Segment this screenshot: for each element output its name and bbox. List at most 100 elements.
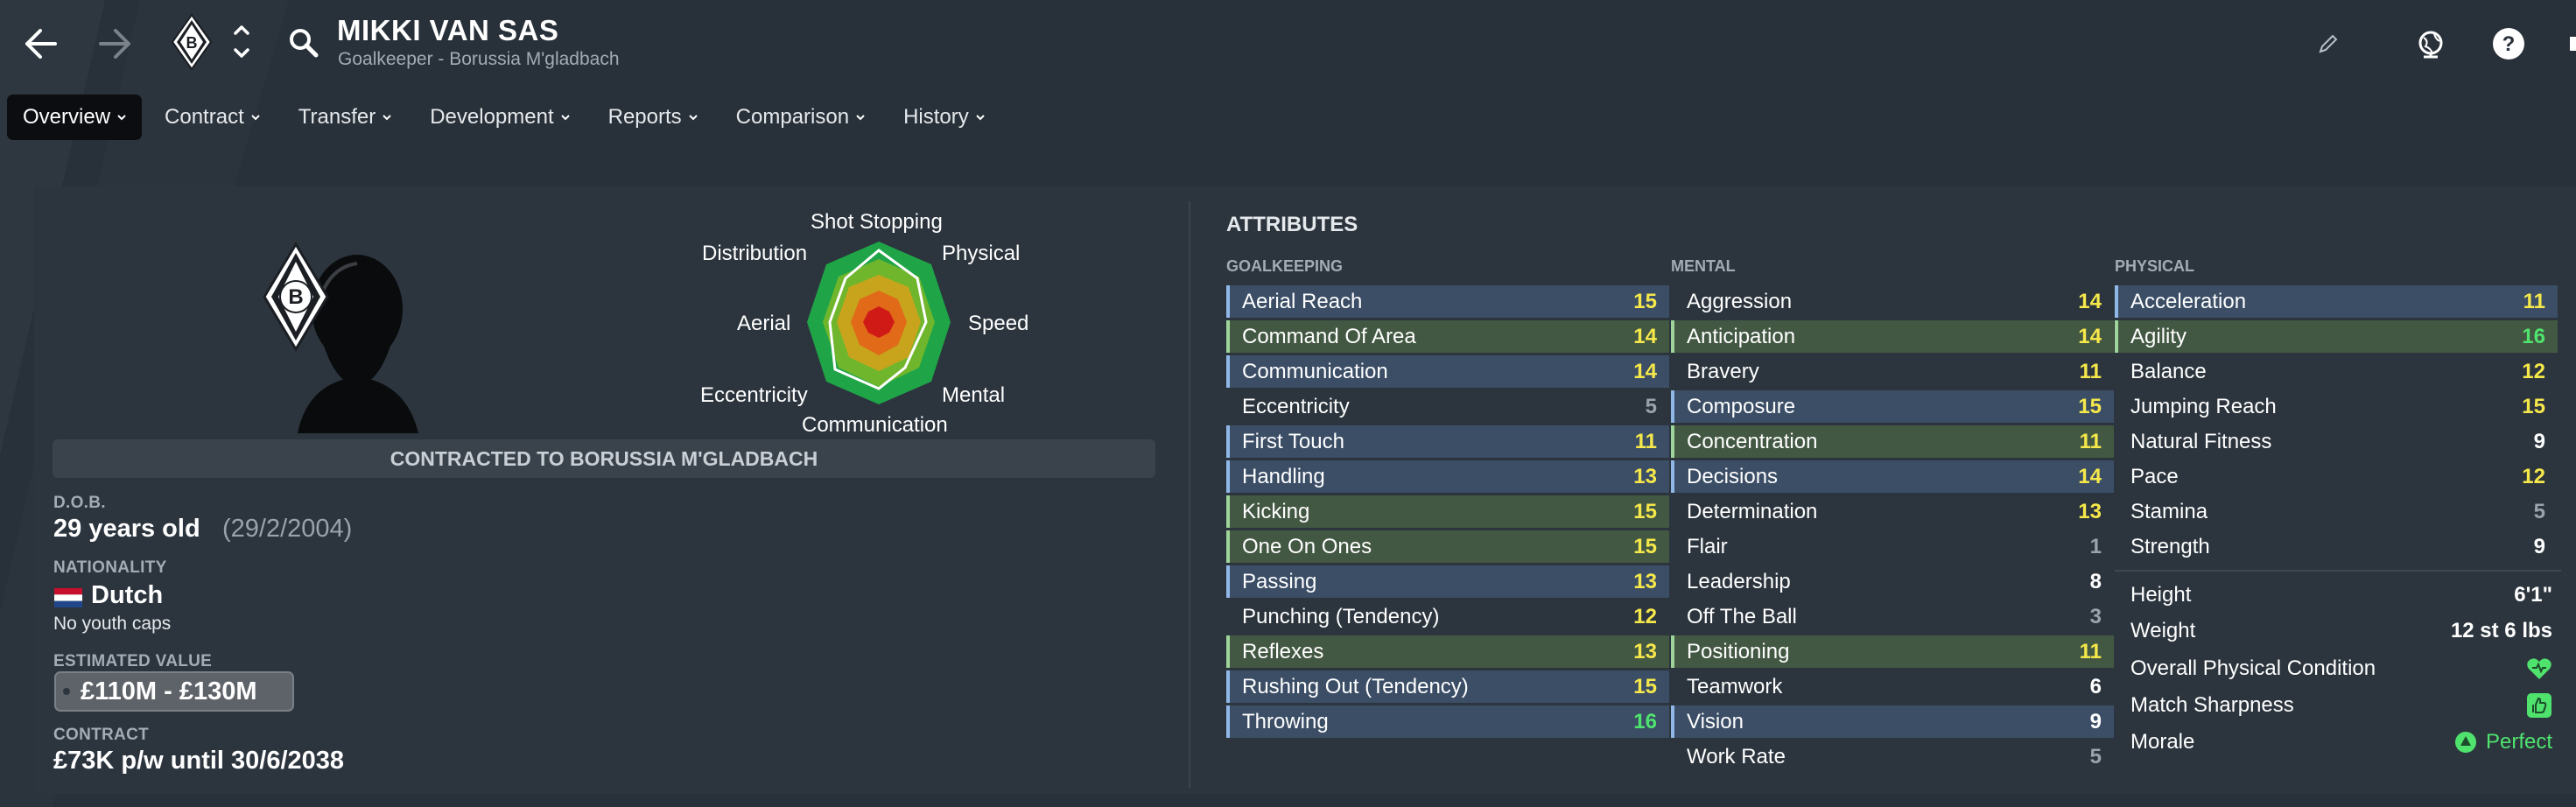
estimated-value-label: ESTIMATED VALUE xyxy=(53,652,213,670)
attribute-row[interactable]: Command Of Area 14 xyxy=(1226,320,1669,353)
attribute-value: 15 xyxy=(1633,289,1657,313)
attribute-row[interactable]: Off The Ball 3 xyxy=(1671,600,2114,633)
attribute-value: 12 xyxy=(2522,359,2545,383)
attribute-row[interactable]: Work Rate 5 xyxy=(1671,740,2114,773)
edit-button[interactable] xyxy=(2311,26,2346,61)
tab-overview[interactable]: Overview xyxy=(7,95,143,140)
attribute-value: 8 xyxy=(2089,569,2102,593)
help-button[interactable]: ? xyxy=(2488,23,2530,65)
chevron-down-icon xyxy=(560,115,570,121)
attribute-name: Concentration xyxy=(1687,429,1818,453)
attribute-row[interactable]: Handling 13 xyxy=(1226,460,1669,493)
attribute-row[interactable]: Bravery 11 xyxy=(1671,355,2114,388)
dob-value: (29/2/2004) xyxy=(222,515,353,543)
attribute-row[interactable]: Natural Fitness 9 xyxy=(2115,425,2558,458)
attribute-row[interactable]: Aerial Reach 15 xyxy=(1226,285,1669,318)
nationality-value[interactable]: Dutch xyxy=(91,581,163,610)
panel-divider xyxy=(1189,201,1190,788)
attribute-name: Work Rate xyxy=(1687,744,1786,768)
dob-label: D.O.B. xyxy=(53,494,106,512)
svg-text:?: ? xyxy=(2502,32,2516,56)
tab-reports[interactable]: Reports xyxy=(593,95,713,140)
attribute-name: Off The Ball xyxy=(1687,604,1797,628)
world-button[interactable] xyxy=(2409,23,2453,67)
contract-label: CONTRACT xyxy=(53,726,149,744)
netherlands-flag-icon xyxy=(54,588,82,607)
attribute-value: 1 xyxy=(2089,534,2102,558)
attribute-row[interactable]: Anticipation 14 xyxy=(1671,320,2114,353)
attribute-row[interactable]: Balance 12 xyxy=(2115,355,2558,388)
tab-development[interactable]: Development xyxy=(414,95,585,140)
attribute-row[interactable]: Teamwork 6 xyxy=(1671,670,2114,703)
morale-row[interactable]: Morale Perfect xyxy=(2115,725,2552,760)
chevron-down-icon xyxy=(383,115,391,121)
attribute-row[interactable]: Determination 13 xyxy=(1671,495,2114,528)
attribute-row[interactable]: Pace 12 xyxy=(2115,460,2558,493)
attribute-row[interactable]: Acceleration 11 xyxy=(2115,285,2558,318)
attribute-row[interactable]: Aggression 14 xyxy=(1671,285,2114,318)
attribute-row[interactable]: Passing 13 xyxy=(1226,565,1669,598)
attribute-row[interactable]: Leadership 8 xyxy=(1671,565,2114,598)
attribute-name: Throwing xyxy=(1242,709,1329,733)
attribute-row[interactable]: Vision 9 xyxy=(1671,705,2114,738)
forward-button[interactable] xyxy=(91,25,140,63)
tab-transfer[interactable]: Transfer xyxy=(283,95,407,140)
attribute-row[interactable]: Concentration 11 xyxy=(1671,425,2114,458)
chevron-up-down-icon xyxy=(234,25,249,58)
attribute-value: 11 xyxy=(2079,359,2102,383)
attribute-value: 5 xyxy=(2533,499,2545,523)
attribute-name: Jumping Reach xyxy=(2130,394,2277,418)
question-icon: ? xyxy=(2493,28,2524,60)
attribute-name: Stamina xyxy=(2130,499,2208,523)
thumbs-up-icon xyxy=(2527,693,2551,718)
tab-comparison[interactable]: Comparison xyxy=(720,95,881,140)
attribute-row[interactable]: Punching (Tendency) 12 xyxy=(1226,600,1669,633)
attribute-row[interactable]: Strength 9 xyxy=(2115,530,2558,563)
physical-separator xyxy=(2115,570,2561,572)
youth-caps: No youth caps xyxy=(53,614,172,634)
attribute-row[interactable]: Agility 16 xyxy=(2115,320,2558,353)
attribute-row[interactable]: First Touch 11 xyxy=(1226,425,1669,458)
estimated-value: £110M - £130M xyxy=(81,677,257,705)
svg-text:B: B xyxy=(186,34,198,52)
search-icon xyxy=(290,29,319,58)
attribute-value: 3 xyxy=(2089,604,2102,628)
sharpness-row[interactable]: Match Sharpness xyxy=(2115,688,2552,723)
attribute-row[interactable]: Positioning 11 xyxy=(1671,635,2114,668)
attribute-row[interactable]: Kicking 15 xyxy=(1226,495,1669,528)
attribute-row[interactable]: Flair 1 xyxy=(1671,530,2114,563)
attribute-name: Command Of Area xyxy=(1242,324,1416,348)
attribute-row[interactable]: Reflexes 13 xyxy=(1226,635,1669,668)
radar-label-mental: Mental xyxy=(942,383,1006,407)
attribute-name: Acceleration xyxy=(2130,289,2247,313)
weight-row: Weight 12 st 6 lbs xyxy=(2115,614,2552,649)
back-button[interactable] xyxy=(16,25,65,63)
heart-icon xyxy=(2527,658,2551,679)
attribute-row[interactable]: Jumping Reach 15 xyxy=(2115,390,2558,423)
attribute-name: Punching (Tendency) xyxy=(1242,604,1440,628)
attribute-name: Determination xyxy=(1687,499,1818,523)
tab-history[interactable]: History xyxy=(888,95,1000,140)
attribute-name: One On Ones xyxy=(1242,534,1372,558)
attribute-row[interactable]: Rushing Out (Tendency) 15 xyxy=(1226,670,1669,703)
search-button[interactable] xyxy=(284,23,324,63)
attribute-row[interactable]: Throwing 16 xyxy=(1226,705,1669,738)
attribute-row[interactable]: Stamina 5 xyxy=(2115,495,2558,528)
club-switcher-button[interactable] xyxy=(226,19,257,65)
morale-up-icon xyxy=(2454,732,2476,753)
attribute-row[interactable]: One On Ones 15 xyxy=(1226,530,1669,563)
flag-button[interactable] xyxy=(2563,28,2576,60)
condition-row[interactable]: Overall Physical Condition xyxy=(2115,651,2552,686)
attribute-value: 16 xyxy=(2522,324,2545,348)
attribute-row[interactable]: Composure 15 xyxy=(1671,390,2114,423)
attribute-row[interactable]: Eccentricity 5 xyxy=(1226,390,1669,423)
club-badge-button[interactable]: B xyxy=(168,12,215,72)
tab-contract[interactable]: Contract xyxy=(149,95,276,140)
radar-label-physical: Physical xyxy=(942,242,1021,265)
attribute-value: 12 xyxy=(2522,464,2545,488)
attribute-name: Handling xyxy=(1242,464,1325,488)
attribute-row[interactable]: Communication 14 xyxy=(1226,355,1669,388)
height-label: Height xyxy=(2130,583,2192,607)
attribute-value: 9 xyxy=(2533,534,2545,558)
attribute-row[interactable]: Decisions 14 xyxy=(1671,460,2114,493)
